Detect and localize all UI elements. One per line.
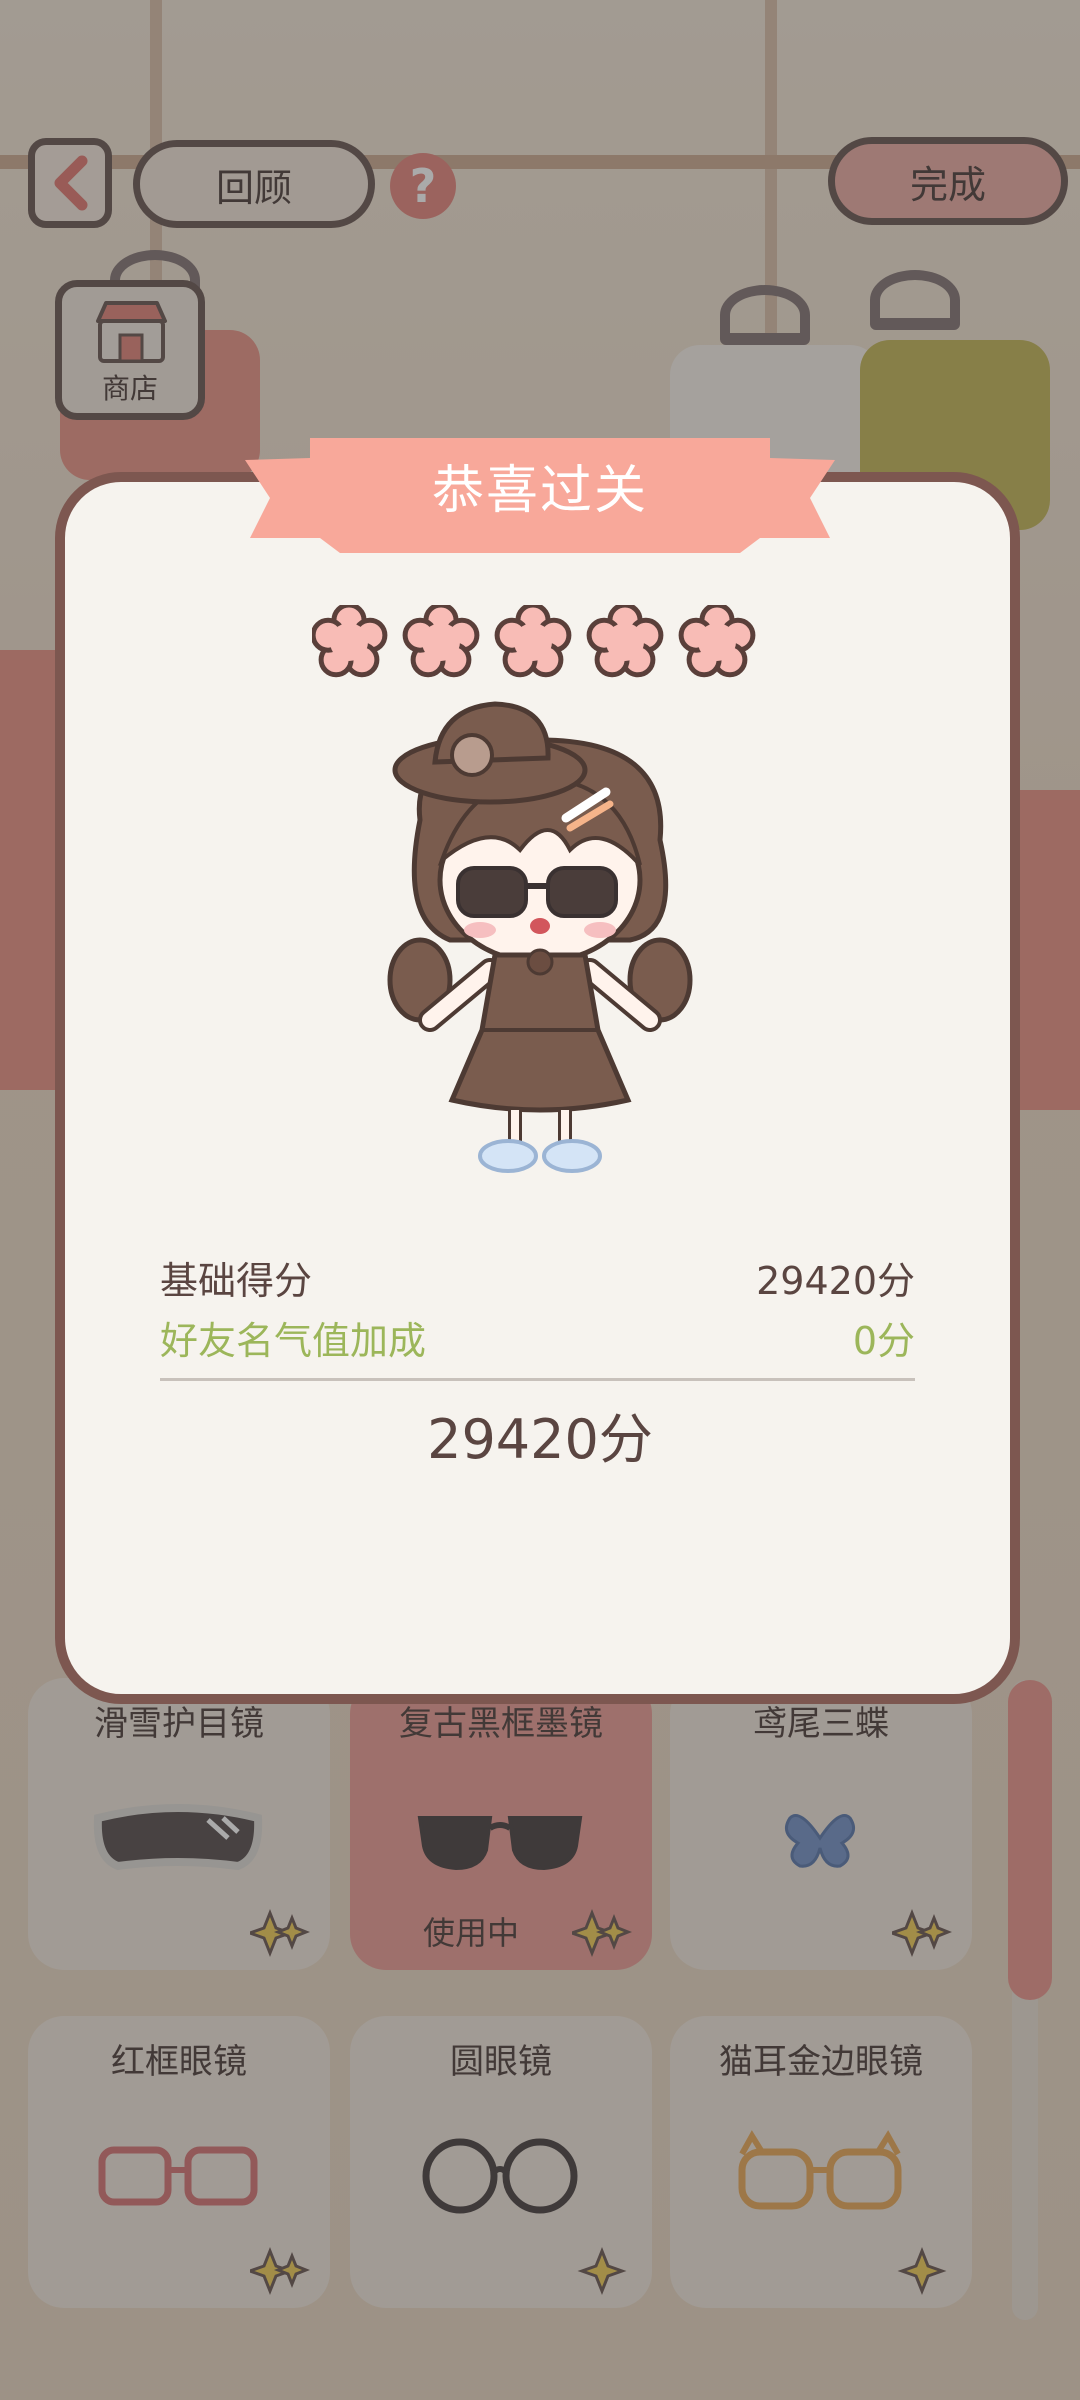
friend-bonus-label: 好友名气值加成 bbox=[160, 1319, 427, 1363]
score-divider bbox=[160, 1378, 915, 1381]
friend-bonus-row: 好友名气值加成 0分 bbox=[160, 1310, 915, 1365]
rating-star-icon bbox=[678, 605, 756, 678]
base-score-label: 基础得分 bbox=[160, 1259, 313, 1303]
base-score-row: 基础得分 29420分 bbox=[160, 1250, 915, 1305]
base-score-value: 29420分 bbox=[756, 1259, 915, 1303]
rating-star-icon bbox=[586, 605, 664, 678]
character-avatar bbox=[387, 701, 693, 1173]
rating-star-icon bbox=[312, 605, 388, 678]
total-score: 29420分 bbox=[427, 1408, 653, 1471]
rating-star-icon bbox=[494, 605, 572, 678]
rating-stars bbox=[312, 605, 756, 678]
dialog-title: 恭喜过关 bbox=[431, 461, 648, 521]
friend-bonus-value: 0分 bbox=[852, 1319, 915, 1363]
rating-star-icon bbox=[402, 605, 480, 678]
